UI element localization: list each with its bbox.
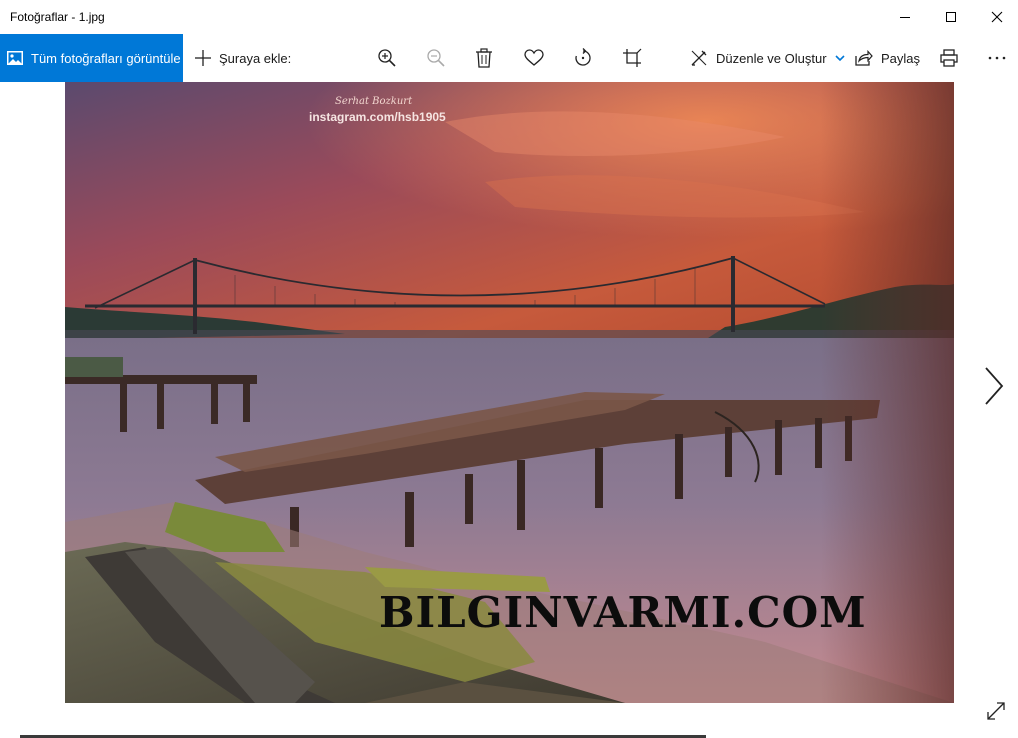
close-button[interactable] (974, 0, 1018, 34)
photo-viewer: Serhat Bozkurt instagram.com/hsb1905 BIL… (0, 82, 1018, 738)
chevron-right-icon (985, 367, 1004, 405)
zoom-in-icon (377, 48, 397, 68)
expand-icon (987, 702, 1005, 720)
view-all-photos-button[interactable]: Tüm fotoğrafları görüntüle (0, 34, 183, 82)
add-to-label: Şuraya ekle: (219, 50, 292, 66)
photos-icon (7, 51, 23, 65)
watermark-author: Serhat Bozkurt (335, 96, 413, 107)
window-title: Fotoğraflar - 1.jpg (10, 10, 105, 24)
crop-button[interactable] (622, 34, 642, 82)
edit-create-button[interactable]: Düzenle ve Oluştur (690, 34, 845, 82)
chevron-down-icon (834, 54, 845, 62)
photo: Serhat Bozkurt instagram.com/hsb1905 BIL… (65, 82, 954, 703)
share-label: Paylaş (881, 50, 921, 66)
watermark-instagram: instagram.com/hsb1905 (309, 110, 446, 124)
toolbar: Tüm fotoğrafları görüntüle Şuraya ekle: (0, 34, 1018, 82)
zoom-in-button[interactable] (377, 34, 397, 82)
edit-create-label: Düzenle ve Oluştur (716, 50, 827, 66)
print-icon (940, 49, 958, 67)
view-all-photos-label: Tüm fotoğrafları görüntüle (31, 50, 181, 66)
next-photo-button[interactable] (980, 365, 1008, 407)
delete-button[interactable] (475, 34, 493, 82)
plus-icon (194, 49, 212, 67)
edit-create-icon (690, 49, 708, 67)
more-button[interactable] (988, 34, 1006, 82)
delete-icon (475, 48, 493, 68)
close-icon (991, 11, 1003, 23)
more-icon (988, 56, 1006, 60)
minimize-icon (900, 17, 910, 18)
favorite-icon (524, 49, 544, 67)
maximize-button[interactable] (928, 0, 974, 34)
zoom-out-icon (426, 48, 446, 68)
rotate-button[interactable] (573, 34, 593, 82)
share-button[interactable]: Paylaş (855, 34, 920, 82)
minimize-button[interactable] (882, 0, 928, 34)
maximize-icon (946, 12, 956, 22)
favorite-button[interactable] (524, 34, 544, 82)
watermark-site: BILGINVARMI.COM (379, 588, 867, 637)
title-bar: Fotoğraflar - 1.jpg (0, 0, 1018, 34)
share-icon (855, 50, 873, 66)
print-button[interactable] (940, 34, 958, 82)
crop-icon (622, 48, 642, 68)
rotate-icon (573, 48, 593, 68)
fullscreen-button[interactable] (984, 699, 1008, 723)
zoom-out-button[interactable] (426, 34, 446, 82)
add-to-button[interactable]: Şuraya ekle: (194, 34, 291, 82)
